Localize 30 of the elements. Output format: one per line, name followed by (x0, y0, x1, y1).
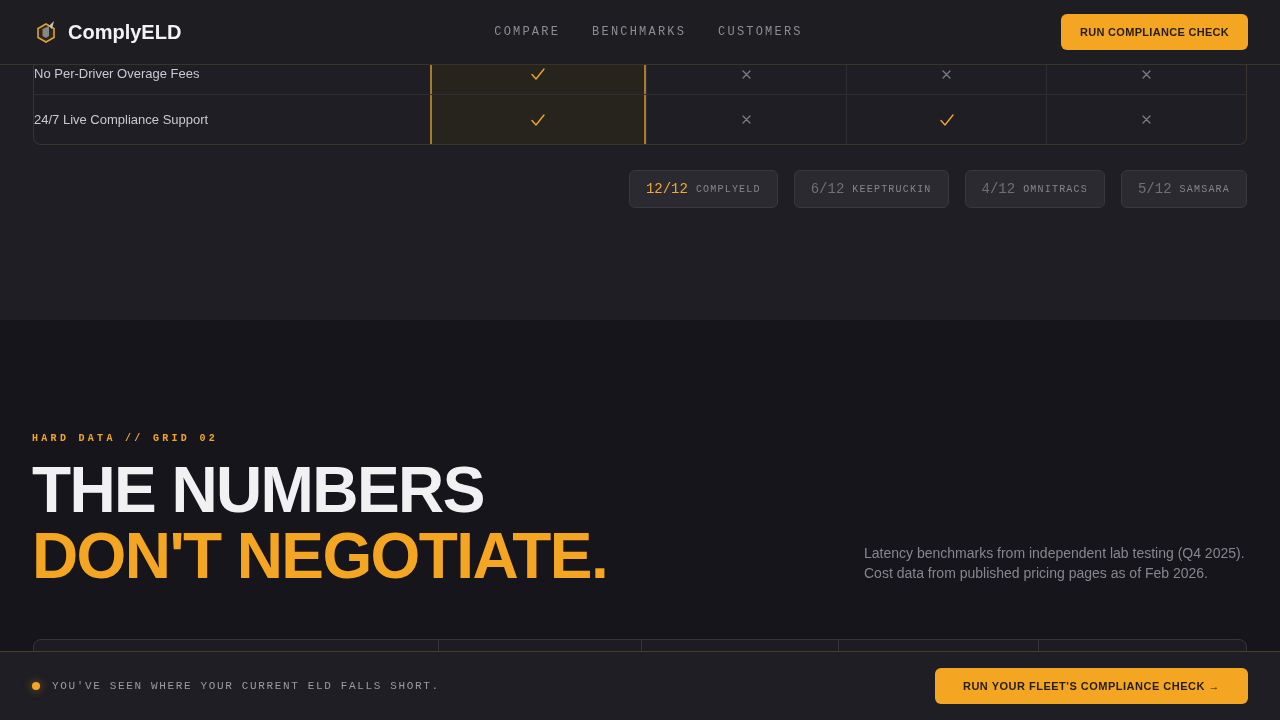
bar-message: YOU'VE SEEN WHERE YOUR CURRENT ELD FALLS SHORT. (52, 678, 440, 694)
hexagon-logo-icon (36, 20, 56, 44)
vendor-name: OMNITRACS (1023, 182, 1088, 197)
score-value: 5/12 (1137, 179, 1172, 199)
section-description: Latency benchmarks from independent lab testing (Q4 2025). Cost data from published pricing pages as of Feb 2026. (864, 544, 1246, 583)
score-value: 12/12 (645, 179, 688, 199)
vendor-name: SAMSARA (1179, 182, 1230, 197)
fleet-check-button[interactable]: RUN YOUR FLEET'S COMPLIANCE CHECK → (934, 668, 1248, 704)
cross-icon (1142, 115, 1151, 124)
cross-icon (1142, 69, 1151, 79)
compliance-check-button[interactable]: RUN COMPLIANCE CHECK (1061, 14, 1248, 50)
headline-line: DON'T NEGOTIATE. (32, 523, 608, 589)
vendor-name: KEEPTRUCKIN (852, 182, 932, 197)
headline-line: THE NUMBERS (32, 457, 484, 523)
brand-name: ComplyELD (68, 20, 182, 45)
cross-icon (742, 115, 751, 124)
check-icon (939, 113, 954, 126)
nav-link[interactable]: CUSTOMERS (718, 23, 803, 41)
cross-icon (742, 69, 751, 79)
section-eyebrow: HARD DATA // GRID 02 (32, 433, 219, 445)
check-icon (531, 68, 545, 80)
score-value: 4/12 (981, 179, 1016, 199)
nav-link[interactable]: COMPARE (494, 23, 561, 41)
score-value: 6/12 (810, 179, 845, 199)
cross-icon (942, 69, 951, 79)
feature-label: 24/7 Live Compliance Support (34, 110, 209, 129)
vendor-name: COMPLYELD (695, 182, 761, 197)
nav-link[interactable]: BENCHMARKS (592, 23, 687, 41)
check-icon (531, 113, 545, 126)
feature-label: No Per-Driver Overage Fees (34, 65, 200, 84)
